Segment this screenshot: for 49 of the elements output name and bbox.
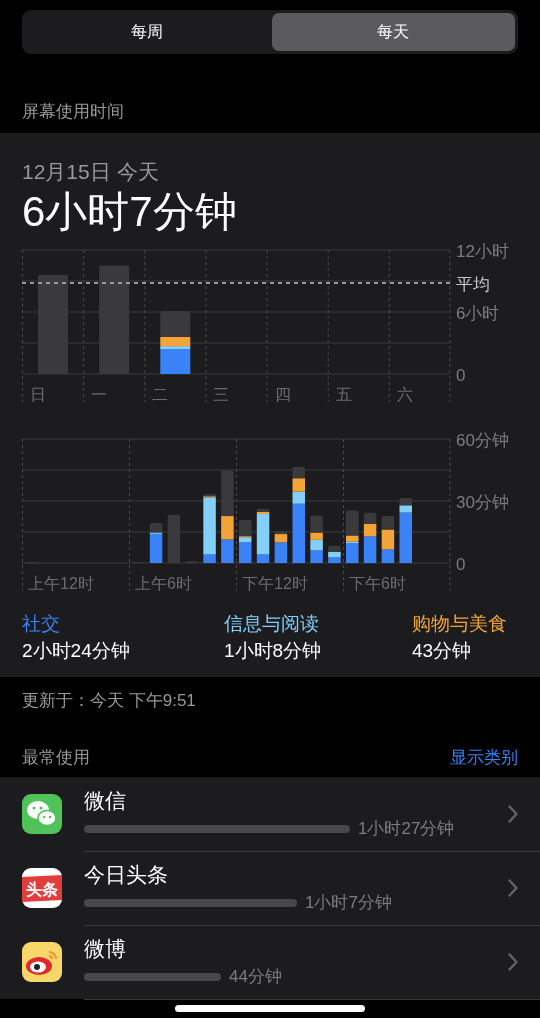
axis-tick-label: 12小时 xyxy=(456,243,509,261)
date-label: 12月15日 今天 xyxy=(22,159,160,185)
section-header: 屏幕使用时间 xyxy=(21,101,125,123)
axis-tick-label: 上午6时 xyxy=(135,575,192,592)
chart-bar xyxy=(310,550,323,563)
chart-bar xyxy=(221,539,234,563)
usage-time: 44分钟 xyxy=(229,966,282,988)
app-name[interactable]: 今日头条 xyxy=(84,861,508,889)
app-name[interactable]: 微信 xyxy=(84,787,508,815)
chart-bar xyxy=(381,515,395,530)
usage-time: 1小时7分钟 xyxy=(305,892,392,914)
chart-bar xyxy=(292,478,305,492)
usage-time: 1小时27分钟 xyxy=(358,818,455,840)
axis-tick-label: 上午12时 xyxy=(28,575,94,592)
category-label: 社交 xyxy=(22,612,61,636)
chevron-icon[interactable] xyxy=(508,878,518,897)
axis-tick-label: 日 xyxy=(30,386,46,403)
category-time: 1小时8分钟 xyxy=(224,639,323,663)
axis-tick-label: 三 xyxy=(213,386,230,403)
section-header: 最常使用 xyxy=(22,747,90,769)
axis-tick-label: 六 xyxy=(396,386,413,403)
eye-logo-icon xyxy=(22,942,62,982)
axis-tick-label: 下午6时 xyxy=(349,575,406,592)
chevron-icon[interactable] xyxy=(508,804,518,823)
axis-tick-label: 0 xyxy=(456,366,466,385)
updated-time: 更新于：今天 下午9:51 xyxy=(21,690,197,712)
axis-tick-label: 二 xyxy=(152,386,169,403)
chevron-icon[interactable] xyxy=(508,952,518,971)
news-logo-icon: 头条 xyxy=(22,868,62,908)
axis-tick-label: 四 xyxy=(274,386,291,403)
tab[interactable]: 每天 xyxy=(271,13,515,51)
chart-bar xyxy=(363,512,377,524)
category-time: 2小时24分钟 xyxy=(22,639,131,663)
axis-tick-label: 30分钟 xyxy=(456,493,509,512)
average-label: 平均 xyxy=(456,275,490,295)
category-label: 信息与阅读 xyxy=(224,612,320,636)
axis-tick-label: 下午12时 xyxy=(242,575,308,592)
tab[interactable]: 每周 xyxy=(25,13,269,51)
axis-tick-label: 一 xyxy=(91,386,108,403)
category-label: 购物与美食 xyxy=(412,612,508,636)
total-time: 6小时7分钟 xyxy=(22,187,238,237)
show-categories-link[interactable]: 显示类别 xyxy=(450,746,518,769)
axis-tick-label: 五 xyxy=(335,386,352,403)
chat-bubbles-icon xyxy=(22,794,62,834)
category-time: 43分钟 xyxy=(412,639,473,663)
app-name[interactable]: 微博 xyxy=(84,935,508,963)
axis-tick-label: 60分钟 xyxy=(456,432,509,450)
axis-tick-label: 6小时 xyxy=(456,304,500,323)
axis-tick-label: 0 xyxy=(456,555,466,574)
